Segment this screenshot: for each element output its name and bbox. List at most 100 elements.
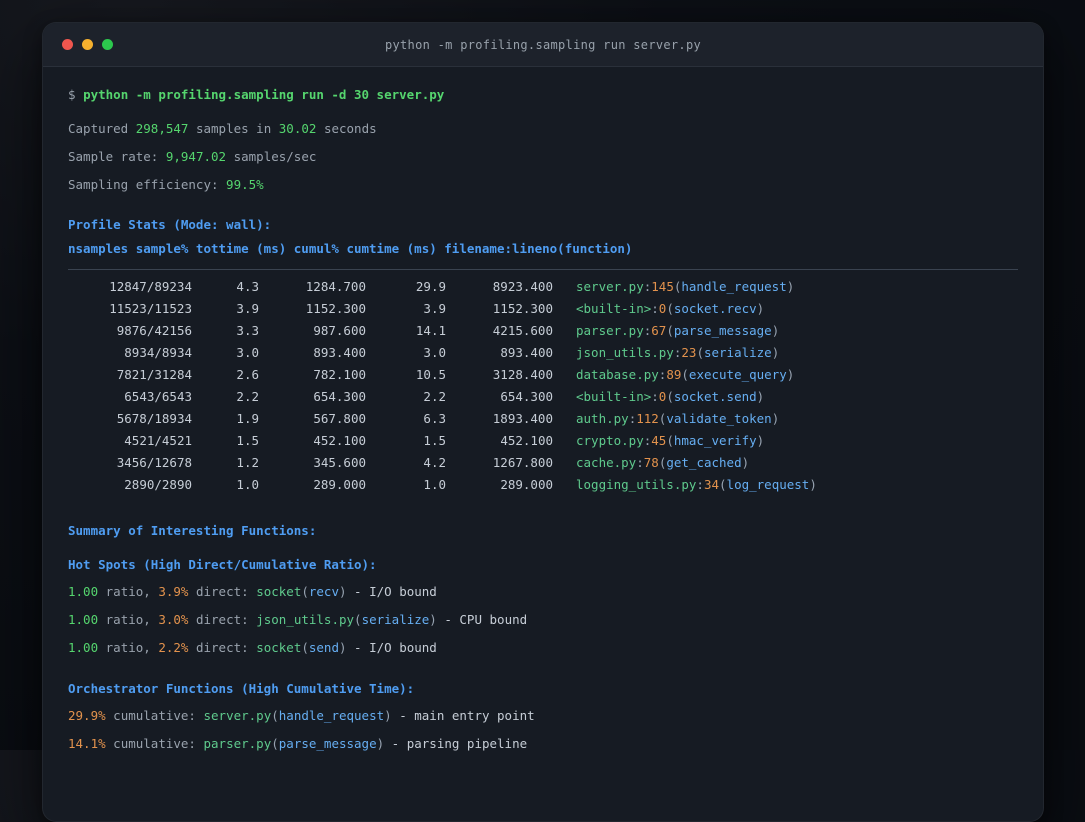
cumul-pct-cell: 4.2 [423, 455, 446, 470]
lineno: 112 [636, 411, 659, 426]
maximize-button[interactable] [102, 39, 113, 50]
function-name: socket.send [673, 389, 757, 404]
window-title: python -m profiling.sampling run server.… [384, 37, 702, 52]
cumulative-pct: 14.1% [68, 736, 106, 751]
traffic-lights [43, 39, 113, 50]
function-location: crypto.py:45(hmac_verify) [576, 433, 765, 448]
function-location: logging_utils.py:34(log_request) [576, 477, 817, 492]
cumul-pct-cell: 1.5 [423, 433, 446, 448]
filename: cache.py [576, 455, 637, 470]
function-location: json_utils.py:23(serialize) [576, 345, 780, 360]
lineno: 78 [643, 455, 659, 470]
ratio-label: ratio, [105, 584, 151, 599]
captured-suffix-label: seconds [323, 121, 377, 136]
orchestrators-title: Orchestrator Functions (High Cumulative … [68, 681, 415, 696]
captured-seconds-value: 30.02 [278, 121, 317, 136]
sample-pct-cell: 3.0 [236, 345, 259, 360]
cumul-pct-cell: 3.0 [423, 345, 446, 360]
table-header: nsamples sample% tottime (ms) cumul% cum… [68, 241, 633, 256]
orchestrator-line: 29.9% cumulative: server.py(handle_reque… [68, 702, 1018, 730]
cumtime-cell: 1152.300 [492, 301, 553, 316]
table-row: 9876/42156 3.3 987.600 14.1 4215.600 parser.p… [68, 320, 1018, 342]
direct-label: direct: [195, 584, 249, 599]
note: - CPU bound [444, 612, 528, 627]
rate-label: Sample rate: [68, 149, 159, 164]
filename: server.py [203, 708, 272, 723]
tottime-cell: 452.100 [313, 433, 366, 448]
cumulative-label: cumulative: [113, 708, 196, 723]
efficiency-line: Sampling efficiency: 99.5% [68, 171, 1018, 199]
orchestrator-line: 14.1% cumulative: parser.py(parse_messag… [68, 730, 1018, 758]
terminal-body: $ python -m profiling.sampling run -d 30… [43, 67, 1043, 758]
function-location: parser.py:67(parse_message) [576, 323, 780, 338]
nsamples-cell: 5678/18934 [116, 411, 192, 426]
tottime-cell: 987.600 [313, 323, 366, 338]
sample-pct-cell: 1.9 [236, 411, 259, 426]
table-row: 4521/4521 1.5 452.100 1.5 452.100 crypto.py:4… [68, 430, 1018, 452]
direct-pct: 3.0% [158, 612, 189, 627]
function-name: handle_request [278, 708, 385, 723]
lineno: 23 [681, 345, 697, 360]
tottime-cell: 782.100 [313, 367, 366, 382]
filename: parser.py [203, 736, 272, 751]
captured-label: Captured [68, 121, 129, 136]
function-location: <built-in>:0(socket.recv) [576, 301, 765, 316]
terminal-window: python -m profiling.sampling run server.… [42, 22, 1044, 822]
prompt-symbol: $ [68, 87, 76, 102]
table-row: 7821/31284 2.6 782.100 10.5 3128.400 database… [68, 364, 1018, 386]
sample-pct-cell: 2.6 [236, 367, 259, 382]
titlebar: python -m profiling.sampling run server.… [43, 23, 1043, 67]
function-location: server.py:145(handle_request) [576, 279, 795, 294]
cumul-pct-cell: 6.3 [423, 411, 446, 426]
cumtime-cell: 1267.800 [492, 455, 553, 470]
captured-samples-value: 298,547 [135, 121, 189, 136]
cumtime-cell: 289.000 [500, 477, 553, 492]
captured-line: Captured 298,547 samples in 30.02 second… [68, 115, 1018, 143]
ratio-label: ratio, [105, 612, 151, 627]
function-name: handle_request [681, 279, 787, 294]
summary-title: Summary of Interesting Functions: [68, 523, 317, 538]
filename: json_utils.py [576, 345, 674, 360]
nsamples-cell: 2890/2890 [124, 477, 192, 492]
table-row: 5678/18934 1.9 567.800 6.3 1893.400 auth.py:1… [68, 408, 1018, 430]
ratio-label: ratio, [105, 640, 151, 655]
direct-label: direct: [195, 612, 249, 627]
function-ref: socket(send) [256, 640, 347, 655]
function-location: auth.py:112(validate_token) [576, 411, 780, 426]
filename: crypto.py [576, 433, 644, 448]
profile-table: 12847/89234 4.3 1284.700 29.9 8923.400 server… [68, 276, 1018, 496]
function-ref: socket(recv) [256, 584, 347, 599]
cumul-pct-cell: 10.5 [415, 367, 446, 382]
cumul-pct-cell: 2.2 [423, 389, 446, 404]
nsamples-cell: 7821/31284 [116, 367, 192, 382]
cumul-pct-cell: 1.0 [423, 477, 446, 492]
function-name: recv [308, 584, 339, 599]
lineno: 145 [651, 279, 674, 294]
sample-pct-cell: 1.5 [236, 433, 259, 448]
nsamples-cell: 11523/11523 [109, 301, 192, 316]
filename: server.py [576, 279, 644, 294]
close-button[interactable] [62, 39, 73, 50]
rate-value: 9,947.02 [165, 149, 227, 164]
tottime-cell: 567.800 [313, 411, 366, 426]
function-name: validate_token [666, 411, 772, 426]
function-name: hmac_verify [673, 433, 757, 448]
sample-rate-line: Sample rate: 9,947.02 samples/sec [68, 143, 1018, 171]
cumul-pct-cell: 3.9 [423, 301, 446, 316]
note: - I/O bound [354, 584, 437, 599]
function-name: execute_query [688, 367, 787, 382]
function-name: serialize [703, 345, 772, 360]
minimize-button[interactable] [82, 39, 93, 50]
cumtime-cell: 1893.400 [492, 411, 553, 426]
hot-spot-line: 1.00 ratio, 3.9% direct: socket(recv) - … [68, 578, 1018, 606]
table-row: 11523/11523 3.9 1152.300 3.9 1152.300 <built-… [68, 298, 1018, 320]
function-name: parse_message [673, 323, 772, 338]
efficiency-label: Sampling efficiency: [68, 177, 219, 192]
cumtime-cell: 654.300 [500, 389, 553, 404]
hot-spot-line: 1.00 ratio, 2.2% direct: socket(send) - … [68, 634, 1018, 662]
cumtime-cell: 3128.400 [492, 367, 553, 382]
filename: json_utils.py [256, 612, 355, 627]
nsamples-cell: 6543/6543 [124, 389, 192, 404]
nsamples-cell: 8934/8934 [124, 345, 192, 360]
cumulative-pct: 29.9% [68, 708, 106, 723]
